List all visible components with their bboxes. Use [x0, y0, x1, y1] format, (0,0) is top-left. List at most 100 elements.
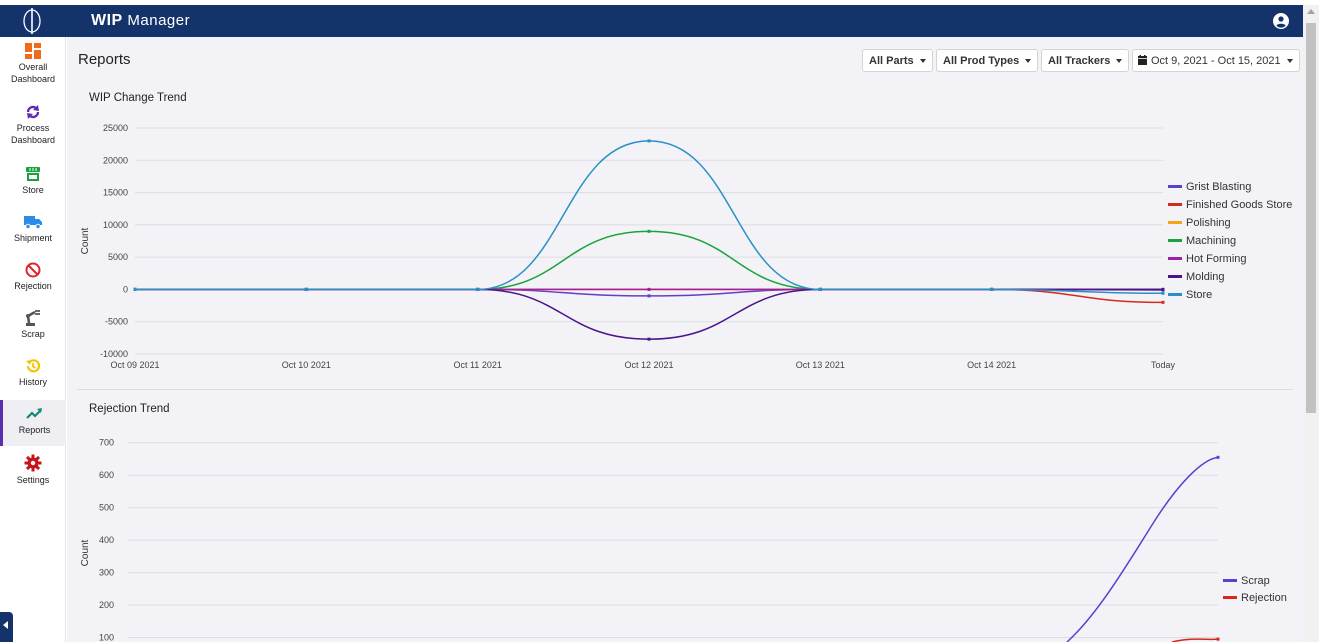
sidebar-item-reports[interactable]: Reports	[0, 400, 66, 446]
legend-swatch	[1168, 221, 1182, 224]
data-point	[1161, 287, 1165, 291]
legend-swatch	[1168, 185, 1182, 188]
x-tick-label: Oct 11 2021	[453, 360, 501, 370]
store-icon	[26, 167, 40, 181]
data-point	[304, 287, 308, 291]
y-axis-label: Count	[80, 539, 91, 566]
legend-label: Scrap	[1241, 575, 1270, 587]
trackers-filter-dropdown[interactable]: All Trackers	[1041, 49, 1130, 72]
x-tick-label: Oct 14 2021	[967, 360, 1016, 370]
legend-swatch	[1168, 275, 1182, 278]
chevron-down-icon	[919, 59, 926, 64]
legend-label: Finished Goods Store	[1186, 199, 1292, 211]
y-tick-label: 0	[123, 284, 128, 294]
series-line	[1066, 456, 1219, 642]
ban-icon	[25, 262, 41, 278]
rejection-trend-chart: 700 600 500 400 300 200 100 Count Scrap Rejection	[80, 438, 1287, 642]
sidebar-item-settings[interactable]: Settings	[0, 454, 66, 490]
chevron-left-icon	[3, 621, 8, 629]
page-scrollbar[interactable]	[1303, 5, 1319, 642]
sidebar-item-history[interactable]: History	[0, 358, 66, 394]
data-point	[1216, 455, 1220, 459]
date-range-label: Oct 9, 2021 - Oct 15, 2021	[1151, 55, 1281, 67]
trackers-filter-label: All Trackers	[1048, 55, 1111, 67]
legend-label: Machining	[1186, 235, 1236, 247]
top-navbar: WIP Manager	[0, 5, 1303, 37]
sidebar-item-scrap[interactable]: Scrap	[0, 310, 66, 346]
legend-label: Rejection	[1241, 592, 1287, 604]
data-point	[818, 287, 822, 291]
x-tick-label: Oct 09 2021	[110, 360, 159, 370]
sidebar-collapse-toggle[interactable]	[0, 612, 13, 642]
robot-arm-icon	[26, 310, 40, 326]
user-account-icon[interactable]	[1273, 13, 1289, 29]
sidebar-item-label: Overall	[18, 62, 48, 72]
calendar-icon	[1138, 55, 1147, 65]
legend-label: Polishing	[1186, 217, 1231, 229]
data-point	[647, 294, 651, 298]
data-point	[1161, 300, 1165, 304]
app-logo-icon[interactable]	[21, 8, 43, 34]
history-icon	[26, 359, 41, 373]
trend-icon	[25, 408, 42, 419]
y-tick-label: 100	[99, 633, 114, 642]
x-tick-label: Oct 13 2021	[796, 360, 845, 370]
prod-types-filter-label: All Prod Types	[943, 55, 1020, 67]
sidebar-item-process-dashboard[interactable]: Process Dashboard	[0, 104, 66, 154]
chevron-down-icon	[1116, 59, 1123, 64]
y-tick-label: 600	[99, 470, 114, 480]
legend-swatch	[1168, 257, 1182, 260]
sidebar-item-store[interactable]: Store	[0, 166, 66, 202]
sidebar-item-label: Settings	[16, 475, 50, 485]
data-point	[1216, 637, 1220, 641]
legend-swatch	[1223, 596, 1237, 599]
sidebar-item-rejection[interactable]: Rejection	[0, 262, 66, 298]
sidebar-item-label: History	[18, 377, 47, 387]
data-point	[647, 337, 651, 341]
sidebar-item-label: Dashboard	[10, 135, 56, 145]
gear-icon	[24, 454, 42, 472]
sidebar-item-label: Reports	[18, 425, 51, 435]
y-tick-label: 700	[99, 438, 114, 448]
sidebar-item-label: Scrap	[21, 329, 45, 339]
app-title-bold: WIP	[91, 12, 123, 29]
sync-icon	[26, 105, 40, 119]
data-point	[133, 287, 137, 291]
legend-label: Grist Blasting	[1186, 181, 1251, 193]
sidebar-item-overall-dashboard[interactable]: Overall Dashboard	[0, 43, 66, 95]
data-point	[990, 287, 994, 291]
sidebar-item-label: Rejection	[14, 281, 52, 291]
scroll-up-arrow-icon[interactable]	[1307, 9, 1315, 14]
data-point	[1161, 291, 1165, 295]
y-tick-label: 20000	[103, 155, 128, 165]
scrollbar-thumb[interactable]	[1306, 23, 1316, 413]
x-tick-label: Oct 10 2021	[282, 360, 331, 370]
x-tick-label: Oct 12 2021	[624, 360, 673, 370]
truck-icon	[24, 216, 42, 230]
legend-swatch	[1168, 203, 1182, 206]
date-range-picker[interactable]: Oct 9, 2021 - Oct 15, 2021	[1132, 49, 1300, 72]
legend-label: Molding	[1186, 271, 1225, 283]
rejection-chart-title: Rejection Trend	[89, 403, 170, 415]
sidebar: Overall Dashboard Process Dashboard Stor…	[0, 37, 66, 642]
chevron-down-icon	[1286, 59, 1293, 64]
prod-types-filter-dropdown[interactable]: All Prod Types	[936, 49, 1039, 72]
y-tick-label: 500	[99, 503, 114, 513]
sidebar-item-shipment[interactable]: Shipment	[0, 214, 66, 250]
parts-filter-dropdown[interactable]: All Parts	[862, 49, 933, 72]
data-point	[647, 287, 651, 291]
y-axis-label: Count	[80, 227, 91, 254]
series-line	[134, 140, 1164, 295]
series-line	[134, 230, 1163, 291]
y-tick-label: -10000	[100, 349, 128, 359]
y-tick-label: 5000	[108, 252, 128, 262]
sidebar-item-label: Shipment	[13, 233, 53, 243]
app-title: WIP Manager	[91, 12, 190, 30]
wip-change-trend-chart: 2500020000150001000050000-5000-10000Oct …	[80, 123, 1292, 370]
sidebar-item-label: Process	[16, 123, 50, 133]
legend-swatch	[1168, 239, 1182, 242]
y-tick-label: 15000	[103, 188, 128, 198]
y-tick-label: -5000	[105, 317, 128, 327]
y-tick-label: 10000	[103, 220, 128, 230]
legend-label: Hot Forming	[1186, 253, 1247, 265]
